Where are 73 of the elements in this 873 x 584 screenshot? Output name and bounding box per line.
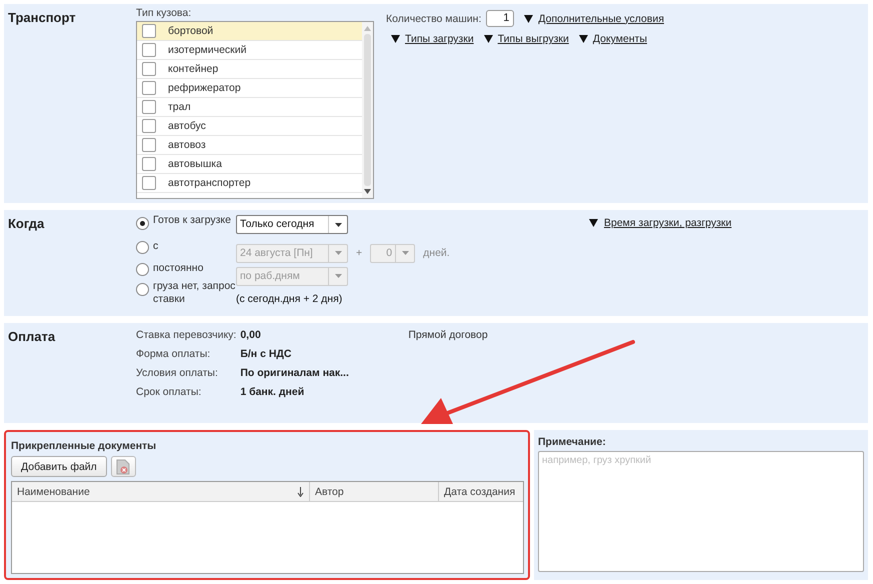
dropdown-arrow-icon	[334, 222, 342, 226]
radio-button[interactable]	[136, 241, 149, 254]
link[interactable]: Документы	[592, 33, 648, 45]
days-label: дней.	[423, 247, 450, 259]
hint-text: (с сегодн.дня + 2 дня)	[236, 293, 342, 305]
contract-text: Прямой договор	[407, 328, 488, 343]
link[interactable]: Время загрузки, разгрузки	[604, 217, 732, 229]
field-label: Количество машин:	[386, 12, 482, 24]
field-value: Б/н с НДС	[240, 348, 292, 360]
field-label: Тип кузова:	[136, 7, 192, 19]
expand-icon[interactable]	[589, 219, 598, 227]
list-item[interactable]: автовоз	[137, 136, 362, 155]
checkbox[interactable]	[142, 100, 156, 114]
field-label: Условия оплаты:	[136, 367, 219, 379]
list-item[interactable]: контейнер	[137, 60, 362, 79]
expand-icon[interactable]	[524, 14, 534, 22]
car-count-field[interactable]: 1	[486, 10, 514, 27]
scroll-down-icon[interactable]	[364, 189, 371, 194]
field-label: Примечание:	[538, 436, 607, 448]
list-item[interactable]: трал	[137, 98, 362, 117]
radio-button[interactable]	[136, 283, 149, 296]
field-label: Ставка перевозчику:	[136, 329, 236, 341]
radio-label: с	[153, 240, 158, 252]
expand-icon[interactable]	[391, 35, 400, 43]
list-item[interactable]: изотермический	[137, 41, 362, 60]
scroll-up-icon[interactable]	[364, 26, 371, 31]
radio-button[interactable]	[136, 217, 149, 230]
dropdown[interactable]: Только сегодня	[236, 215, 348, 234]
field-value: 0,00	[240, 329, 262, 341]
column-header[interactable]: Дата создания	[439, 482, 523, 501]
checkbox[interactable]	[142, 62, 156, 76]
list-item[interactable]: автовышка	[137, 155, 362, 174]
panel-title: Прикрепленные документы	[11, 440, 158, 452]
field-value: По оригиналам нак...	[240, 367, 350, 379]
checkbox[interactable]	[142, 157, 156, 171]
expand-icon[interactable]	[578, 35, 588, 43]
checkbox[interactable]	[142, 43, 156, 57]
dropdown-arrow-icon	[334, 274, 342, 278]
note-field[interactable]: например, груз хрупкий	[538, 451, 864, 572]
radio-button[interactable]	[136, 263, 149, 276]
column-header[interactable]: Наименование	[12, 482, 310, 501]
checkbox[interactable]	[142, 138, 156, 152]
link[interactable]: Типы выгрузки	[498, 33, 569, 45]
radio-label: Готов к загрузке	[153, 214, 231, 227]
section-title: Оплата	[7, 328, 56, 346]
field-label: Форма оплаты:	[136, 348, 212, 360]
list-item[interactable]: автотранспортер	[137, 174, 362, 193]
plus-sign: +	[356, 247, 362, 259]
checkbox[interactable]	[142, 24, 156, 38]
sort-arrow-icon	[297, 486, 304, 496]
field-label: Срок оплаты:	[136, 386, 202, 398]
dropdown-arrow-icon	[402, 251, 409, 255]
link[interactable]: Дополнительные условия	[538, 12, 664, 24]
delete-file-button[interactable]	[110, 456, 136, 477]
dropdown-arrow-icon	[334, 251, 342, 255]
field-value: 1 банк. дней	[240, 386, 306, 398]
section-title: Когда	[7, 215, 46, 233]
link[interactable]: Типы загрузки	[405, 33, 474, 45]
expand-icon[interactable]	[484, 35, 493, 43]
column-header[interactable]: Автор	[310, 482, 439, 501]
body-type-list[interactable]: бортовой изотермический контейнер рефрижератор трал автобус автовоз автовышка автотранспортер	[136, 21, 374, 199]
list-item[interactable]: автобус	[137, 117, 362, 136]
file-delete-icon	[116, 458, 130, 474]
checkbox[interactable]	[142, 176, 156, 190]
scrollbar[interactable]	[362, 22, 373, 198]
section-title: Транспорт	[7, 9, 77, 27]
checkbox[interactable]	[142, 119, 156, 133]
list-item[interactable]: рефрижератор	[137, 79, 362, 98]
add-file-button[interactable]: Добавить файл	[11, 456, 107, 477]
list-item[interactable]: бортовой	[137, 22, 362, 41]
radio-label: груза нет, запрос ставки	[153, 280, 236, 306]
radio-label: постоянно	[153, 262, 204, 274]
checkbox[interactable]	[142, 81, 156, 95]
